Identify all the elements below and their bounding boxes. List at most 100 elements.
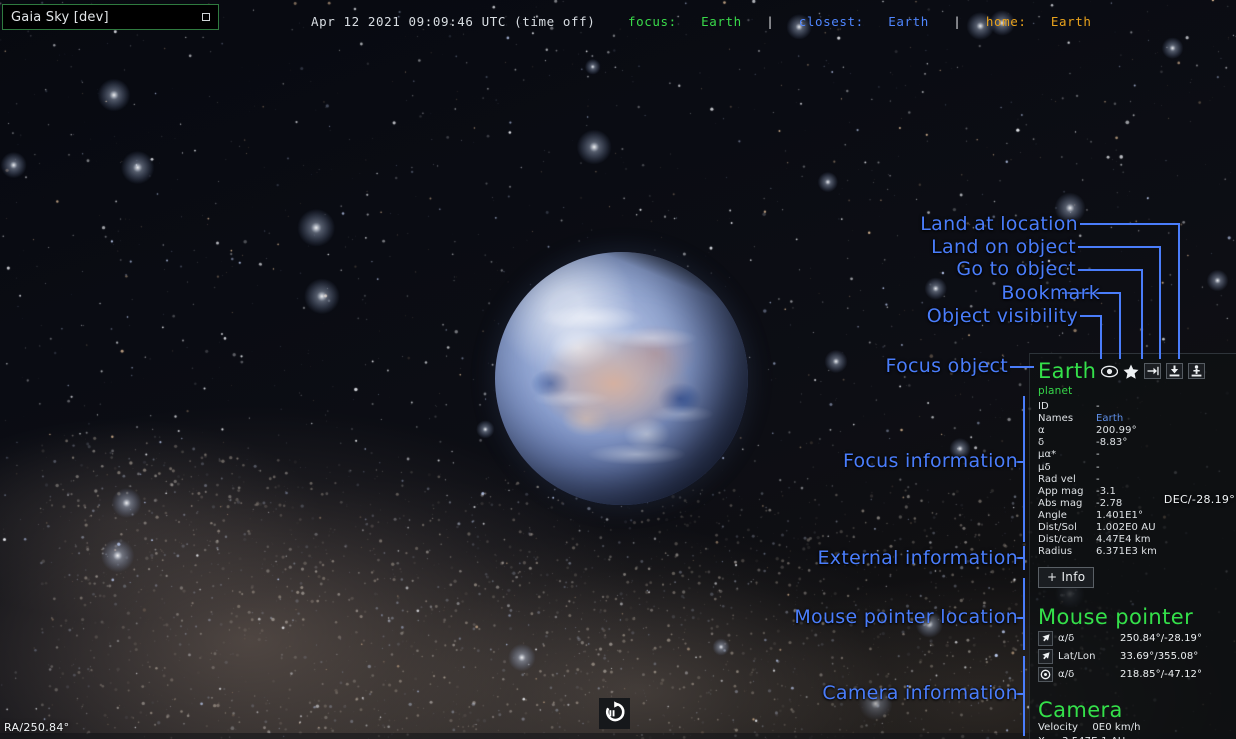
annotation-camera-information: Camera information: [822, 682, 1018, 704]
attr-value: 6.371E3 km: [1096, 546, 1158, 558]
leader-mouse-pointer-v: [1023, 578, 1025, 650]
focus-object-name: Earth: [1038, 359, 1097, 383]
mouse-row-value: 33.69°/355.08°: [1120, 651, 1199, 663]
leader-object-visibility-v: [1100, 315, 1102, 359]
leader-focus-object-h: [1010, 366, 1034, 368]
attr-value: 1.002E0 AU: [1096, 521, 1156, 533]
earth-terminator-shadow: [495, 252, 748, 505]
gui-info-panel: Earth planet ID - Names Earth α 200.99° …: [1029, 353, 1236, 739]
camera-pane: Camera Velocity 0E0 km/h X: -3.547E-1 AU…: [1030, 693, 1236, 739]
leader-camera-information-v: [1023, 656, 1025, 736]
focus-info-pane: Earth planet ID - Names Earth α 200.99° …: [1030, 354, 1236, 589]
attr-key: Rad vel: [1038, 473, 1076, 485]
annotation-focus-object: Focus object: [885, 355, 1008, 377]
attr-value: -: [1096, 473, 1100, 485]
attr-value: -: [1096, 461, 1100, 473]
land-on-object-icon[interactable]: [1166, 363, 1184, 380]
attr-value: 1.401E1°: [1096, 509, 1144, 521]
camera-velocity-row: Velocity 0E0 km/h: [1038, 721, 1228, 734]
table-row: δ -8.83°: [1038, 437, 1228, 449]
focus-attributes-table: ID - Names Earth α 200.99° δ -8.83° μα* - μδ -…: [1038, 401, 1228, 558]
leader-land-at-location-v: [1178, 223, 1180, 359]
list-item: Lat/Lon 33.69°/355.08°: [1038, 649, 1228, 665]
table-row: Angle 1.401E1°: [1038, 510, 1228, 522]
annotation-land-on-object: Land on object: [931, 236, 1076, 258]
attr-key: Abs mag: [1038, 497, 1083, 509]
pointer-arrow-icon: [1038, 649, 1053, 665]
list-item: α/δ 250.84°/-28.19°: [1038, 631, 1228, 647]
annotation-mouse-pointer-location: Mouse pointer location: [794, 606, 1018, 628]
star-icon[interactable]: [1123, 364, 1139, 379]
annotation-external-information: External information: [817, 547, 1018, 569]
leader-object-visibility-h: [1080, 315, 1102, 317]
window-restore-icon[interactable]: [202, 13, 210, 21]
annotation-object-visibility: Object visibility: [926, 305, 1078, 327]
leader-go-to-object-h: [1078, 269, 1143, 271]
table-row: Radius 6.371E3 km: [1038, 546, 1228, 558]
table-row: Names Earth: [1038, 413, 1228, 425]
table-row: ID -: [1038, 401, 1228, 413]
leader-focus-information-v: [1023, 396, 1025, 542]
attr-key: Names: [1038, 413, 1074, 425]
eye-icon[interactable]: [1101, 365, 1119, 378]
window-title-bar[interactable]: Gaia Sky [dev]: [2, 4, 219, 30]
land-at-location-icon[interactable]: [1188, 363, 1206, 380]
camera-velocity-label: Velocity: [1038, 722, 1079, 734]
list-item: α/δ 218.85°/-47.12°: [1038, 667, 1228, 683]
table-row: μδ -: [1038, 462, 1228, 474]
attr-key: δ: [1038, 437, 1045, 449]
attr-key: α: [1038, 425, 1045, 437]
attr-value: 200.99°: [1096, 425, 1137, 437]
annotation-focus-information: Focus information: [842, 450, 1018, 472]
attr-key: Dist/cam: [1038, 534, 1084, 546]
leader-bookmark-v: [1119, 292, 1121, 359]
annotation-land-at-location: Land at location: [920, 213, 1078, 235]
attr-value: -: [1096, 449, 1100, 461]
mouse-pointer-pane: Mouse pointer α/δ 250.84°/-28.19° Lat/Lo…: [1030, 600, 1236, 683]
leader-land-on-object-h: [1078, 246, 1161, 248]
camera-velocity-value: 0E0 km/h: [1092, 722, 1141, 734]
go-to-object-icon[interactable]: [1144, 363, 1162, 380]
top-bar: Gaia Sky [dev]: [0, 0, 1236, 33]
play-pause-time-button[interactable]: [599, 698, 630, 729]
mouse-row-key: α/δ: [1058, 669, 1075, 681]
table-row: α 200.99°: [1038, 425, 1228, 437]
leader-land-at-location-h: [1080, 223, 1180, 225]
time-paused-icon: [604, 700, 626, 727]
table-row: μα* -: [1038, 449, 1228, 461]
attr-value[interactable]: Earth: [1096, 413, 1228, 425]
app-title: Gaia Sky [dev]: [11, 9, 109, 25]
camera-title: Camera: [1038, 698, 1123, 723]
leader-go-to-object-v: [1141, 269, 1143, 359]
attr-key: Radius: [1038, 546, 1073, 558]
mouse-row-value: 250.84°/-28.19°: [1120, 633, 1203, 645]
mouse-row-key: Lat/Lon: [1058, 651, 1096, 663]
more-info-button[interactable]: + Info: [1038, 567, 1095, 589]
focus-header: Earth: [1038, 360, 1228, 382]
attr-key: ID: [1038, 401, 1049, 413]
leader-land-on-object-v: [1159, 246, 1161, 359]
ra-readout: RA/250.84°: [4, 721, 70, 734]
attr-key: Dist/Sol: [1038, 521, 1078, 533]
camera-coord-row: X: -3.547E-1 AU: [1038, 735, 1228, 739]
attr-value: -: [1096, 401, 1100, 413]
mouse-row-key: α/δ: [1058, 633, 1075, 645]
earth-planet-render[interactable]: [495, 252, 748, 505]
attr-key: Angle: [1038, 509, 1067, 521]
attr-value: 4.47E4 km: [1096, 534, 1151, 546]
focus-object-type: planet: [1038, 385, 1073, 398]
attr-key: μδ: [1038, 461, 1051, 473]
camera-coord-key: X:: [1038, 735, 1048, 739]
dec-readout: DEC/-28.19°: [1163, 493, 1235, 506]
annotation-go-to-object: Go to object: [956, 258, 1076, 280]
mouse-pointer-title: Mouse pointer: [1038, 605, 1194, 630]
table-row: Dist/cam 4.47E4 km: [1038, 534, 1228, 546]
crosshair-icon: [1038, 667, 1053, 683]
table-row: Rad vel -: [1038, 474, 1228, 486]
attr-value: -8.83°: [1096, 437, 1128, 449]
attr-key: μα*: [1038, 449, 1057, 461]
annotation-bookmark: Bookmark: [1001, 282, 1100, 304]
attr-key: App mag: [1038, 485, 1084, 497]
mouse-row-value: 218.85°/-47.12°: [1120, 669, 1203, 681]
table-row: Dist/Sol 1.002E0 AU: [1038, 522, 1228, 534]
